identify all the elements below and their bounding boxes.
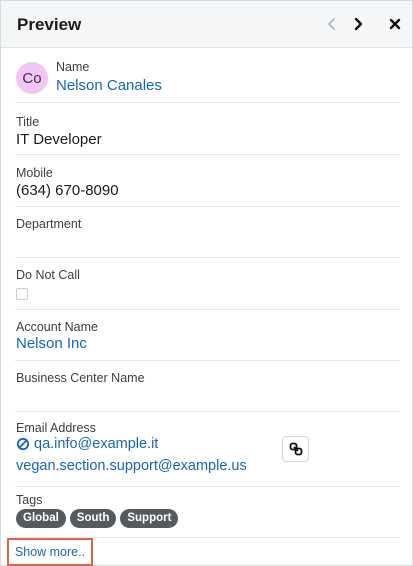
- chevron-right-icon: [354, 17, 363, 31]
- email-primary-link[interactable]: qa.info@example.it: [34, 436, 158, 452]
- email-label: Email Address: [16, 421, 96, 435]
- avatar: Co: [16, 62, 48, 94]
- chevron-left-icon: [328, 18, 335, 30]
- name-field-row: Co Name Nelson Canales: [15, 49, 400, 103]
- account-name-label: Account Name: [16, 320, 98, 334]
- mobile-label: Mobile: [16, 166, 53, 180]
- previous-record-button[interactable]: [322, 13, 342, 35]
- department-field-row: Department: [15, 207, 400, 258]
- copy-link-button[interactable]: [282, 436, 309, 462]
- business-center-label: Business Center Name: [16, 371, 145, 385]
- tag-south[interactable]: South: [69, 509, 117, 528]
- link-icon: [289, 442, 302, 456]
- tag-global[interactable]: Global: [16, 509, 66, 528]
- tag-support[interactable]: Support: [120, 509, 179, 528]
- do-not-call-checkbox[interactable]: [16, 288, 28, 300]
- department-label: Department: [16, 217, 82, 231]
- panel-title: Preview: [17, 15, 82, 34]
- show-more-highlight: Show more..: [7, 538, 93, 566]
- title-value: IT Developer: [16, 131, 102, 148]
- opt-out-icon: [16, 437, 30, 451]
- close-icon: [389, 18, 401, 30]
- do-not-call-label: Do Not Call: [16, 268, 80, 282]
- email-secondary-link[interactable]: vegan.section.support@example.us: [16, 458, 247, 474]
- do-not-call-field-row: Do Not Call: [15, 258, 400, 310]
- email-primary-row: qa.info@example.it: [16, 436, 158, 452]
- name-value-link[interactable]: Nelson Canales: [56, 77, 162, 94]
- title-field-row: Title IT Developer: [15, 103, 400, 155]
- tags-list: Global South Support: [16, 509, 179, 528]
- account-name-field-row: Account Name Nelson Inc: [15, 310, 400, 361]
- next-record-button[interactable]: [348, 13, 368, 35]
- tags-field-row: Tags Global South Support: [15, 487, 400, 538]
- email-field-row: Email Address qa.info@example.it vegan.s…: [15, 412, 400, 487]
- title-label: Title: [16, 115, 40, 129]
- tags-label: Tags: [16, 493, 43, 507]
- preview-panel: Preview Co Name Nelson Canales Title IT …: [0, 0, 413, 566]
- mobile-value[interactable]: (634) 670-8090: [16, 182, 119, 199]
- close-button[interactable]: [385, 13, 405, 35]
- preview-header: Preview: [1, 1, 412, 48]
- account-name-link[interactable]: Nelson Inc: [16, 335, 87, 352]
- mobile-field-row: Mobile (634) 670-8090: [15, 155, 400, 207]
- show-more-link[interactable]: Show more..: [15, 545, 85, 559]
- business-center-field-row: Business Center Name: [15, 361, 400, 412]
- name-label: Name: [56, 60, 90, 74]
